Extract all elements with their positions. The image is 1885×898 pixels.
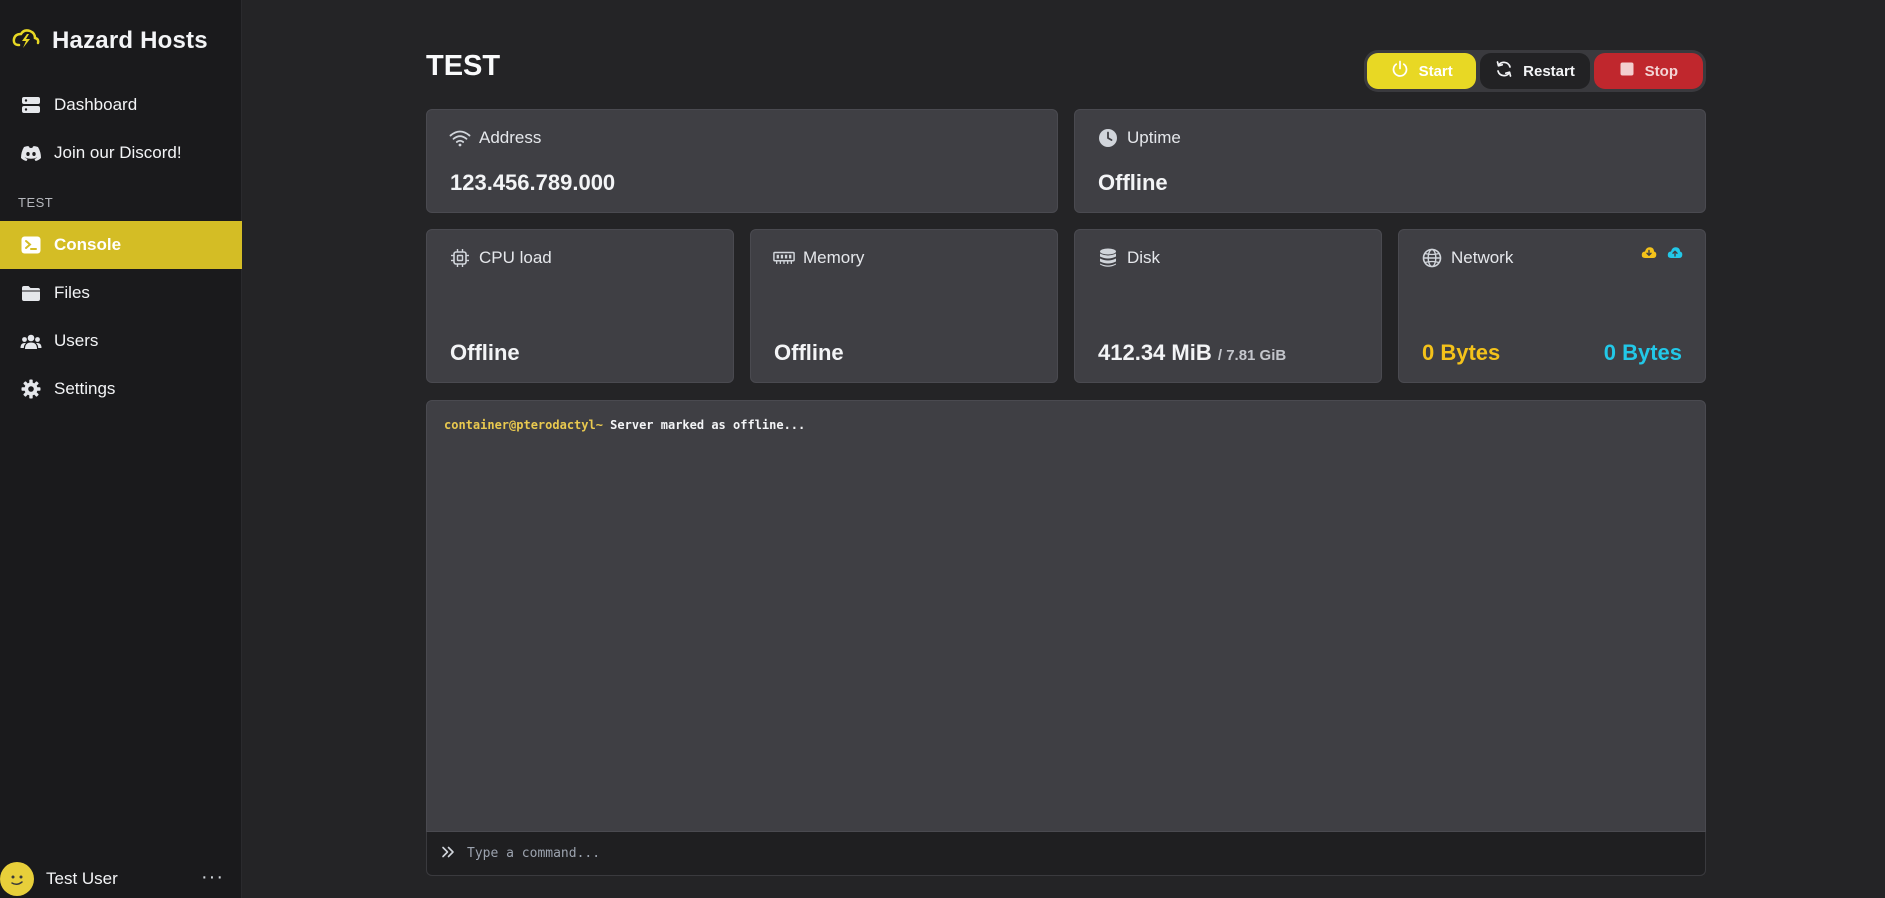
lightning-cloud-icon: [12, 28, 40, 55]
user-name: Test User: [46, 869, 118, 888]
network-inbound: 0 Bytes: [1422, 340, 1501, 365]
server-nav: Console Files Users Settings: [0, 221, 242, 413]
nav-item-label: Console: [54, 235, 122, 254]
main-nav: Dashboard Join our Discord!: [0, 81, 242, 177]
restart-button[interactable]: Restart: [1480, 53, 1590, 89]
command-input[interactable]: [467, 846, 1667, 861]
address-value: 123.456.789.000: [450, 170, 616, 195]
disk-used: 412.34 MiB: [1098, 340, 1212, 365]
cpu-chip-icon: [449, 247, 471, 269]
start-button-label: Start: [1418, 62, 1453, 80]
nav-item-label: Files: [54, 283, 90, 302]
stop-button[interactable]: Stop: [1593, 53, 1703, 89]
uptime-card: Uptime Offline: [1074, 109, 1706, 213]
nav-item-label: Users: [54, 331, 99, 350]
power-icon: [1391, 60, 1409, 82]
network-label-row: Network: [1421, 247, 1513, 269]
console-output[interactable]: container@pterodactyl~ Server marked as …: [426, 400, 1706, 832]
memory-stick-icon: [773, 247, 795, 269]
nav-item-files[interactable]: Files: [0, 269, 242, 317]
cpu-value: Offline: [450, 340, 520, 365]
nav-item-users[interactable]: Users: [0, 317, 242, 365]
console-line: container@pterodactyl~ Server marked as …: [444, 418, 805, 432]
network-outbound: 0 Bytes: [1603, 340, 1682, 365]
nav-item-label: Settings: [54, 379, 116, 398]
disk-limit: / 7.81 GiB: [1217, 347, 1287, 364]
user-menu[interactable]: Test User ···: [0, 860, 242, 898]
stop-icon: [1619, 61, 1635, 81]
disk-label-row: Disk: [1097, 247, 1160, 269]
disk-value: 412.34 MiB / 7.81 GiB: [1098, 340, 1286, 366]
cpu-card: CPU load Offline: [426, 229, 734, 383]
stop-button-label: Stop: [1644, 62, 1678, 80]
disk-card: Disk 412.34 MiB / 7.81 GiB: [1074, 229, 1382, 383]
folder-icon: [20, 282, 42, 304]
clock-icon: [1097, 127, 1119, 149]
network-label: Network: [1451, 248, 1514, 267]
refresh-icon: [1495, 60, 1513, 82]
gear-icon: [20, 378, 42, 400]
uptime-value: Offline: [1098, 170, 1168, 195]
start-button[interactable]: Start: [1367, 53, 1477, 89]
cpu-label-row: CPU load: [449, 247, 552, 269]
chevrons-right-icon: [441, 845, 455, 863]
memory-label: Memory: [803, 248, 865, 267]
network-card: Network 0 Bytes 0 Bytes: [1398, 229, 1706, 383]
brand-name: Hazard Hosts: [52, 27, 208, 54]
address-label-row: Address: [449, 127, 541, 149]
server-stack-icon: [20, 94, 42, 116]
nav-item-settings[interactable]: Settings: [0, 365, 242, 413]
console-message: Server marked as offline...: [602, 418, 806, 432]
disk-label: Disk: [1127, 248, 1161, 267]
database-icon: [1097, 247, 1119, 269]
cpu-label: CPU load: [479, 248, 552, 267]
nav-item-label: Dashboard: [54, 95, 138, 114]
restart-button-label: Restart: [1523, 62, 1575, 80]
cloud-upload-icon: [1667, 246, 1683, 264]
more-options-icon[interactable]: ···: [201, 866, 224, 889]
nav-item-dashboard[interactable]: Dashboard: [0, 81, 242, 129]
nav-item-discord[interactable]: Join our Discord!: [0, 129, 242, 177]
command-bar: [426, 832, 1706, 876]
users-icon: [20, 330, 42, 352]
avatar: [0, 862, 34, 896]
memory-value: Offline: [774, 340, 844, 365]
cloud-download-icon: [1641, 246, 1657, 264]
brand[interactable]: Hazard Hosts: [12, 24, 208, 58]
nav-item-label: Join our Discord!: [54, 143, 182, 162]
memory-label-row: Memory: [773, 247, 864, 269]
nav-item-console[interactable]: Console: [0, 221, 242, 269]
uptime-label-row: Uptime: [1097, 127, 1181, 149]
memory-card: Memory Offline: [750, 229, 1058, 383]
sidebar: Hazard Hosts Dashboard Join our Discord!…: [0, 0, 242, 898]
globe-icon: [1421, 247, 1443, 269]
address-label: Address: [479, 128, 542, 147]
power-controls: Start Restart Stop: [1364, 50, 1706, 92]
console-prompt: container@pterodactyl~: [444, 418, 603, 432]
discord-icon: [20, 142, 42, 164]
server-section-label: TEST: [18, 195, 54, 210]
wifi-icon: [449, 127, 471, 149]
uptime-label: Uptime: [1127, 128, 1181, 147]
terminal-icon: [20, 234, 42, 256]
page-title: TEST: [426, 50, 501, 82]
address-card: Address 123.456.789.000: [426, 109, 1058, 213]
